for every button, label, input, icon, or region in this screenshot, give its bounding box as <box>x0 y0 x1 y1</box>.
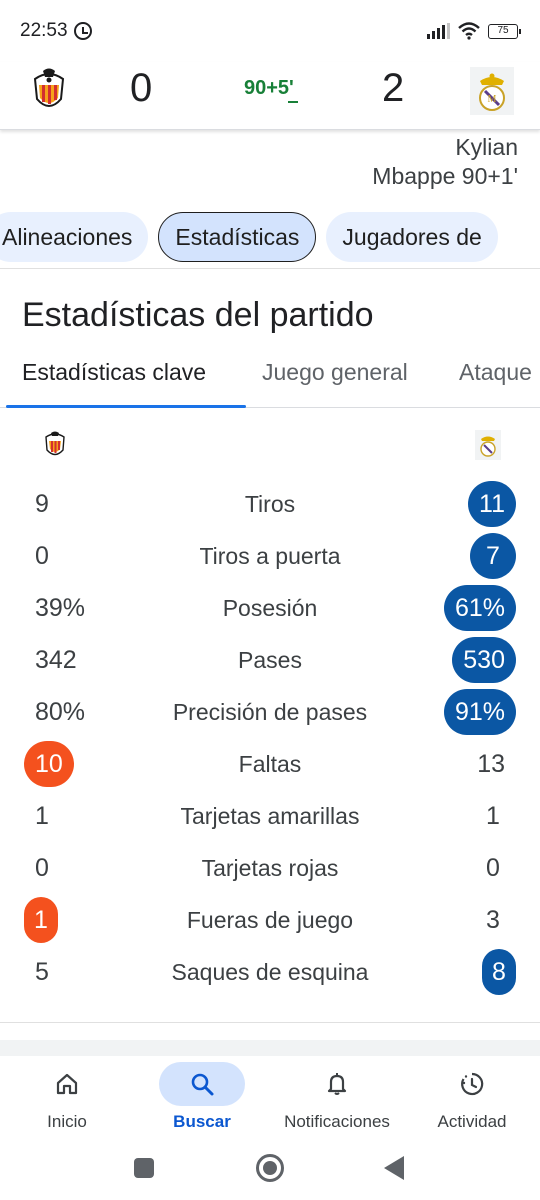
stat-away-value: 1 <box>486 802 500 830</box>
stat-away-value: 61% <box>443 585 516 631</box>
stat-away-value: 13 <box>477 750 505 778</box>
home-score: 0 <box>130 66 153 110</box>
nav-buscar[interactable]: Buscar <box>142 1062 262 1132</box>
stat-label: Tarjetas rojas <box>201 855 339 881</box>
time-text: 22:53 <box>20 20 68 41</box>
alarm-icon <box>73 22 92 40</box>
stat-away-value: 3 <box>486 906 500 934</box>
nav-inicio[interactable]: Inicio <box>7 1062 127 1132</box>
tab-estadisticas-clave[interactable]: Estadísticas clave <box>22 359 206 386</box>
bottom-navigation: Inicio Buscar Notificaciones Actividad <box>0 1056 540 1146</box>
stat-label: Tiros a puerta <box>199 543 341 569</box>
nav-icon-container <box>294 1062 380 1106</box>
stat-label: Fueras de juego <box>186 907 354 933</box>
match-score-header[interactable]: 0 90+5' 2 M <box>0 62 540 130</box>
stat-row-posesion: 39% Posesión 61% <box>0 582 540 634</box>
stats-table: 9 Tiros 11 0 Tiros a puerta 7 39% Posesi… <box>0 478 540 998</box>
stats-subtabs: Estadísticas clave Juego general Ataque <box>0 352 540 408</box>
away-score: 2 <box>382 66 405 110</box>
status-time: 22:53 <box>20 20 92 42</box>
stat-row-tarjetas-rojas: 0 Tarjetas rojas 0 <box>0 842 540 894</box>
chip-estadisticas[interactable]: Estadísticas <box>158 212 317 262</box>
stat-away-value: 91% <box>443 689 516 735</box>
tab-juego-general[interactable]: Juego general <box>262 359 408 386</box>
goal-scorer: Kylian Mbappe 90+1' <box>372 133 518 191</box>
nav-actividad[interactable]: Actividad <box>412 1062 532 1132</box>
nav-icon-container <box>24 1062 110 1106</box>
back-button[interactable] <box>384 1156 404 1180</box>
nav-icon-container <box>429 1062 515 1106</box>
system-navigation-bar <box>0 1146 540 1200</box>
section-title: Estadísticas del partido <box>22 296 374 334</box>
recents-button[interactable] <box>134 1158 154 1178</box>
divider <box>0 1022 540 1023</box>
home-button[interactable] <box>256 1154 284 1182</box>
stat-row-pases: 342 Pases 530 <box>0 634 540 686</box>
stat-away-value: 530 <box>452 637 516 683</box>
nav-label: Inicio <box>47 1112 87 1131</box>
stat-row-tiros-a-puerta: 0 Tiros a puerta 7 <box>0 530 540 582</box>
section-separator <box>0 1040 540 1056</box>
stat-row-faltas: 10 Faltas 13 <box>0 738 540 790</box>
stat-away-value: 11 <box>468 481 516 527</box>
wifi-icon <box>458 22 480 40</box>
bell-icon <box>327 1073 347 1095</box>
nav-label: Buscar <box>173 1112 231 1131</box>
real-madrid-crest-small-icon <box>475 430 501 460</box>
system-icons: 75 <box>427 22 521 40</box>
stat-away-value: 8 <box>482 949 516 995</box>
nav-label: Notificaciones <box>284 1112 390 1131</box>
stat-label: Tiros <box>244 491 296 517</box>
signal-icon <box>427 23 450 39</box>
stat-row-saques-de-esquina: 5 Saques de esquina 8 <box>0 946 540 998</box>
stat-label: Tarjetas amarillas <box>180 803 360 829</box>
real-madrid-crest-icon: M <box>470 67 514 115</box>
stat-away-value: 7 <box>470 533 516 579</box>
activity-icon <box>461 1072 484 1096</box>
section-chips: Alineaciones Estadísticas Jugadores de <box>0 212 540 264</box>
status-bar: 22:53 75 <box>0 0 540 62</box>
nav-label: Actividad <box>437 1112 507 1131</box>
stat-row-fueras-de-juego: 1 Fueras de juego 3 <box>0 894 540 946</box>
battery-icon: 75 <box>488 23 521 39</box>
valencia-crest-small-icon <box>45 431 65 456</box>
nav-icon-container <box>159 1062 245 1106</box>
match-clock: 90+5' <box>244 77 294 99</box>
scorer-line-1: Kylian <box>455 134 518 160</box>
stat-row-precision-de-pases: 80% Precisión de pases 91% <box>0 686 540 738</box>
tab-indicator <box>6 405 246 408</box>
tab-ataque[interactable]: Ataque <box>459 359 532 386</box>
valencia-crest-icon <box>33 68 65 107</box>
stat-label: Saques de esquina <box>171 959 369 985</box>
divider <box>0 268 540 269</box>
stat-row-tiros: 9 Tiros 11 <box>0 478 540 530</box>
stat-label: Faltas <box>238 751 302 777</box>
nav-notificaciones[interactable]: Notificaciones <box>277 1062 397 1132</box>
scorer-line-2: Mbappe 90+1' <box>372 163 518 189</box>
home-icon <box>56 1073 78 1095</box>
stat-row-tarjetas-amarillas: 1 Tarjetas amarillas 1 <box>0 790 540 842</box>
search-icon <box>191 1073 214 1096</box>
chip-alineaciones[interactable]: Alineaciones <box>0 212 149 262</box>
svg-text:M: M <box>488 94 497 105</box>
live-indicator <box>288 101 298 103</box>
stat-away-value: 0 <box>486 854 500 882</box>
chip-jugadores[interactable]: Jugadores de <box>326 212 498 262</box>
